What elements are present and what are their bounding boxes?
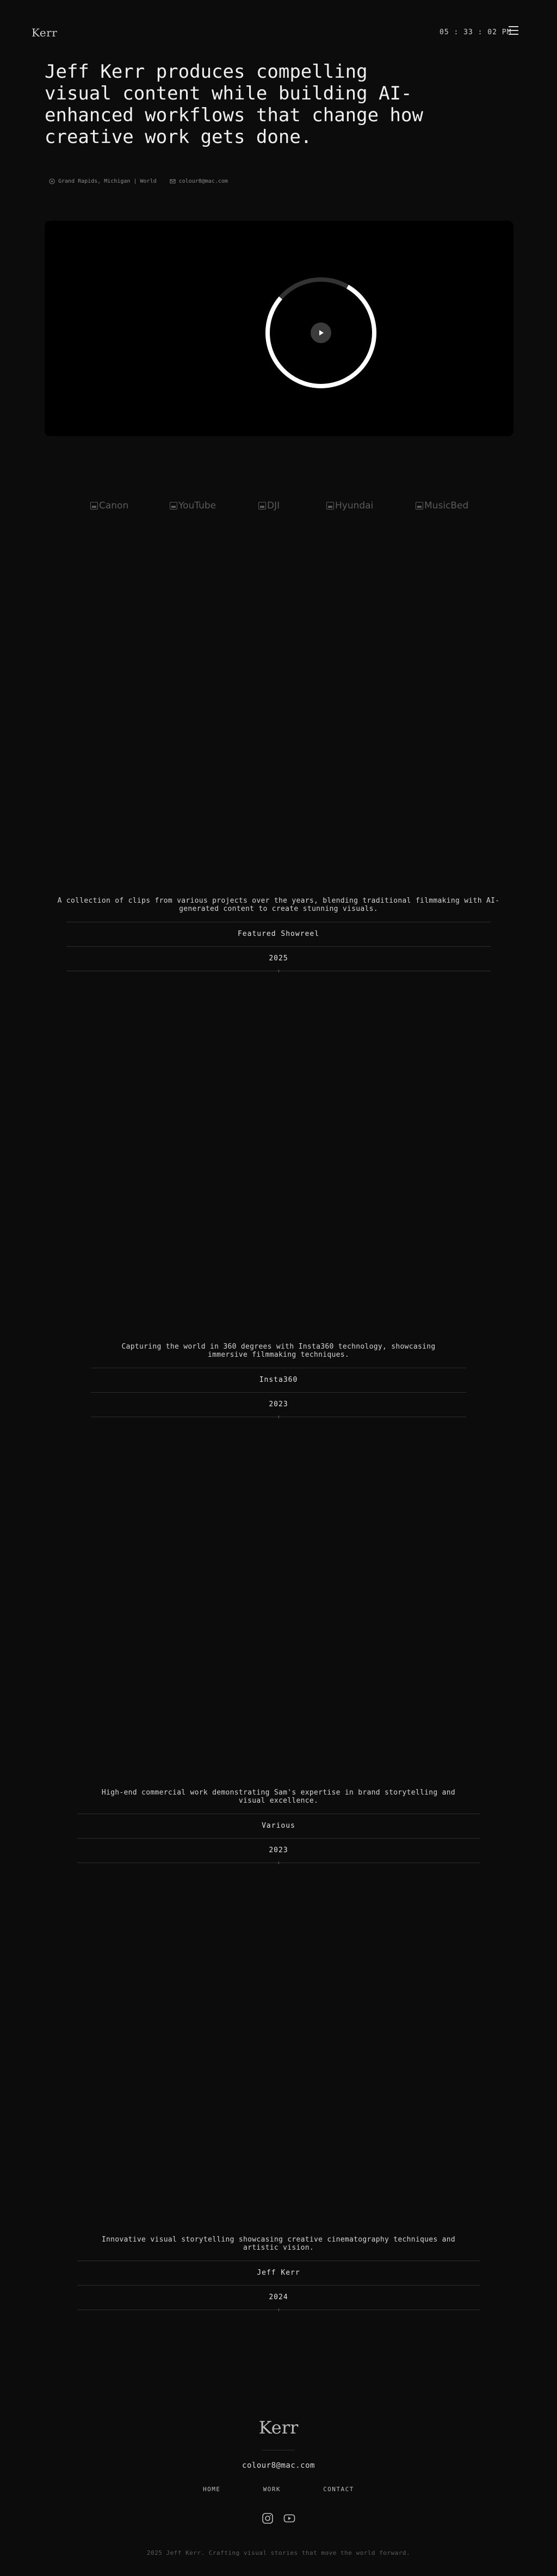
project-year: 2024 bbox=[77, 2285, 480, 2311]
footer-nav-work[interactable]: WORK bbox=[263, 2486, 281, 2493]
instagram-icon[interactable] bbox=[262, 2512, 274, 2524]
brand-name: MusicBed bbox=[424, 500, 469, 511]
project-client-text: Featured Showreel bbox=[237, 930, 320, 938]
site-logo[interactable]: Kerr bbox=[32, 26, 57, 39]
hero-info-row: Grand Rapids, Michigan | World colour8@m… bbox=[49, 178, 228, 184]
brand-logo-dji: DJI bbox=[258, 500, 326, 511]
brand-logo-hyundai: Hyundai bbox=[326, 500, 416, 511]
project-client-text: Jeff Kerr bbox=[257, 2269, 300, 2277]
footer-nav-contact[interactable]: CONTACT bbox=[323, 2486, 354, 2493]
footer-logo[interactable]: Kerr bbox=[0, 2417, 557, 2438]
broken-image-icon bbox=[258, 502, 266, 510]
project-year: 2023 bbox=[91, 1392, 466, 1418]
project-card[interactable]: High-end commercial work demonstrating S… bbox=[0, 1789, 557, 1864]
project-description: High-end commercial work demonstrating S… bbox=[101, 1789, 456, 1805]
broken-image-icon bbox=[326, 502, 334, 510]
hero-title: Jeff Kerr produces compelling visual con… bbox=[45, 61, 423, 148]
project-year-text: 2023 bbox=[269, 1846, 288, 1854]
project-description: Innovative visual storytelling showcasin… bbox=[101, 2236, 456, 2252]
location-info: Grand Rapids, Michigan | World bbox=[49, 178, 157, 184]
project-year: 2025 bbox=[66, 946, 491, 972]
brand-logo-musicbed: MusicBed bbox=[416, 500, 468, 511]
brand-logo-canon: Canon bbox=[90, 500, 170, 511]
project-client: Insta360 bbox=[91, 1368, 466, 1392]
youtube-icon[interactable] bbox=[283, 2512, 295, 2524]
location-text: Grand Rapids, Michigan | World bbox=[58, 178, 157, 184]
brand-name: YouTube bbox=[178, 500, 216, 511]
email-info[interactable]: colour8@mac.com bbox=[170, 178, 228, 184]
project-year-text: 2025 bbox=[269, 954, 288, 963]
hero-email-link[interactable]: colour8@mac.com bbox=[179, 178, 228, 184]
project-client: Jeff Kerr bbox=[77, 2261, 480, 2285]
brand-logo-youtube: YouTube bbox=[170, 500, 258, 511]
copyright-text: 2025 Jeff Kerr. Crafting visual stories … bbox=[146, 2549, 411, 2556]
brand-name: Hyundai bbox=[335, 500, 374, 511]
mail-icon bbox=[170, 179, 176, 184]
broken-image-icon bbox=[90, 502, 98, 510]
brand-name: DJI bbox=[267, 500, 280, 511]
footer-nav-home[interactable]: HOME bbox=[203, 2486, 221, 2493]
project-card[interactable]: A collection of clips from various proje… bbox=[0, 897, 557, 972]
project-year: 2023 bbox=[77, 1838, 480, 1864]
footer-email-link[interactable]: colour8@mac.com bbox=[0, 2461, 557, 2470]
menu-icon[interactable] bbox=[509, 26, 518, 35]
divider-tick bbox=[278, 2308, 279, 2311]
brand-name: Canon bbox=[99, 500, 129, 511]
location-pin-icon bbox=[49, 178, 55, 184]
play-icon bbox=[319, 330, 324, 336]
project-card[interactable]: Innovative visual storytelling showcasin… bbox=[0, 2236, 557, 2311]
divider-tick bbox=[278, 970, 279, 972]
project-description: Capturing the world in 360 degrees with … bbox=[121, 1343, 436, 1359]
project-year-text: 2024 bbox=[269, 2293, 288, 2301]
project-client: Featured Showreel bbox=[66, 922, 491, 946]
divider-tick bbox=[278, 1416, 279, 1418]
live-clock: 05 : 33 : 02 PM bbox=[440, 28, 512, 36]
footer-nav: HOME WORK CONTACT bbox=[0, 2486, 557, 2493]
play-button-wrap bbox=[265, 277, 376, 388]
project-client: Various bbox=[77, 1814, 480, 1838]
divider-tick bbox=[278, 1861, 279, 1864]
project-card[interactable]: Capturing the world in 360 degrees with … bbox=[0, 1343, 557, 1418]
broken-image-icon bbox=[416, 502, 423, 510]
showreel-video[interactable] bbox=[45, 221, 513, 436]
broken-image-icon bbox=[170, 502, 177, 510]
project-client-text: Various bbox=[262, 1822, 295, 1830]
play-button[interactable] bbox=[311, 322, 331, 343]
project-description: A collection of clips from various proje… bbox=[57, 897, 500, 913]
brand-logos: Canon YouTube DJI Hyundai MusicBed bbox=[90, 500, 468, 511]
social-links bbox=[0, 2512, 557, 2524]
project-year-text: 2023 bbox=[269, 1400, 288, 1408]
project-client-text: Insta360 bbox=[259, 1376, 298, 1384]
